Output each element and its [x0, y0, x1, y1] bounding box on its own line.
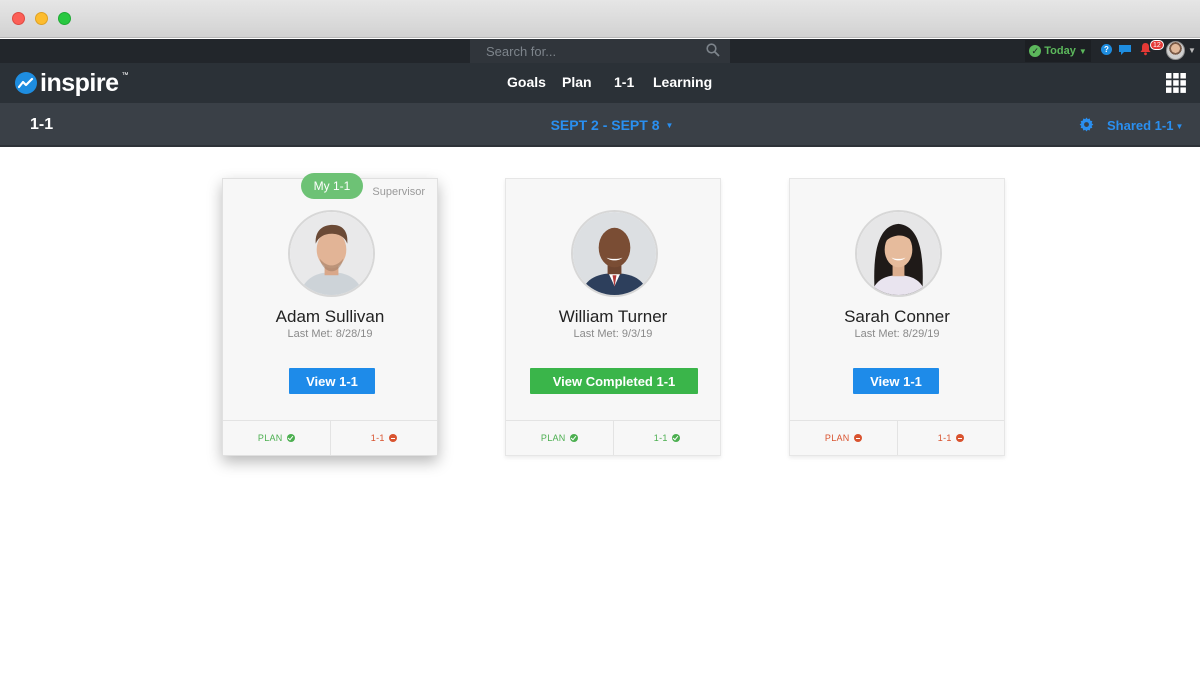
- one-on-one-status[interactable]: 1-1: [329, 421, 438, 455]
- person-name: William Turner: [558, 307, 668, 326]
- plan-label: PLAN: [824, 433, 850, 443]
- avatar: [855, 210, 942, 297]
- plan-label: PLAN: [257, 433, 283, 443]
- close-window-icon[interactable]: [12, 12, 25, 25]
- sub-header: 1-1 SEPT 2 - SEPT 8 ▼ Shared 1-1 ▼: [0, 103, 1200, 147]
- minus-circle-icon: [388, 434, 397, 442]
- avatar: [288, 210, 375, 297]
- chat-icon[interactable]: [1118, 43, 1132, 61]
- check-circle-icon: [671, 434, 680, 442]
- brand-logo[interactable]: inspire ™: [15, 69, 128, 97]
- view-1-1-button[interactable]: View 1-1: [289, 368, 375, 394]
- today-dropdown[interactable]: ✓ Today ▼: [1025, 40, 1091, 62]
- search-box: [470, 39, 730, 63]
- chevron-down-icon: ▼: [1175, 122, 1184, 131]
- nav-1-1[interactable]: 1-1: [614, 74, 634, 90]
- minus-circle-icon: [955, 434, 964, 442]
- last-met-date: Last Met: 9/3/19: [573, 328, 653, 340]
- role-label: Supervisor: [372, 186, 425, 198]
- person-name: Adam Sullivan: [275, 307, 385, 326]
- shared-1-1-dropdown[interactable]: Shared 1-1 ▼: [1107, 118, 1183, 133]
- one-on-one-label: 1-1: [653, 433, 668, 443]
- employee-card: My 1-1 Supervisor Adam Sullivan Last Met…: [222, 173, 438, 456]
- user-avatar[interactable]: [1166, 41, 1185, 60]
- card-footer: PLAN 1-1: [223, 420, 437, 455]
- nav-links: Goals Plan 1-1 Learning: [0, 63, 1200, 103]
- chevron-down-icon: ▼: [665, 121, 674, 130]
- one-on-one-status[interactable]: 1-1: [612, 421, 721, 455]
- one-on-one-status[interactable]: 1-1: [896, 421, 1005, 455]
- plan-status[interactable]: PLAN: [223, 421, 330, 455]
- minus-circle-icon: [853, 434, 862, 442]
- notification-count-badge: 12: [1150, 40, 1164, 50]
- employee-card: Sarah Conner Last Met: 8/29/19 View 1-1 …: [789, 178, 1005, 456]
- shared-1-1-label: Shared 1-1: [1107, 118, 1174, 133]
- chevron-down-icon[interactable]: ▼: [1188, 46, 1196, 55]
- view-completed-1-1-button[interactable]: View Completed 1-1: [530, 368, 698, 394]
- plan-label: PLAN: [540, 433, 566, 443]
- check-circle-icon: [286, 434, 295, 442]
- gear-icon[interactable]: [1079, 117, 1094, 137]
- nav-learning[interactable]: Learning: [653, 74, 712, 90]
- apps-grid-icon[interactable]: [1166, 73, 1186, 98]
- one-on-one-label: 1-1: [937, 433, 952, 443]
- search-input[interactable]: [470, 39, 695, 63]
- person-name: Sarah Conner: [844, 307, 950, 326]
- one-on-one-label: 1-1: [370, 433, 385, 443]
- today-label: Today: [1044, 45, 1076, 57]
- utility-bar: ✓ Today ▼: [0, 39, 1200, 63]
- last-met-date: Last Met: 8/29/19: [854, 328, 940, 340]
- trademark-symbol: ™: [121, 72, 129, 79]
- check-circle-icon: ✓: [1029, 45, 1042, 57]
- window-titlebar: [0, 0, 1200, 38]
- view-1-1-button[interactable]: View 1-1: [853, 368, 939, 394]
- card-footer: PLAN 1-1: [506, 420, 720, 455]
- check-circle-icon: [569, 434, 578, 442]
- maximize-window-icon[interactable]: [58, 12, 71, 25]
- avatar: [571, 210, 658, 297]
- chevron-down-icon: ▼: [1078, 46, 1087, 56]
- minimize-window-icon[interactable]: [35, 12, 48, 25]
- date-range-selector[interactable]: SEPT 2 - SEPT 8 ▼: [0, 117, 1200, 133]
- logo-mark-icon: [15, 72, 37, 94]
- date-range-label: SEPT 2 - SEPT 8: [550, 117, 660, 133]
- nav-goals[interactable]: Goals: [507, 74, 546, 90]
- search-icon[interactable]: [706, 43, 720, 62]
- my-1-1-badge: My 1-1: [301, 173, 363, 199]
- plan-status[interactable]: PLAN: [790, 421, 897, 455]
- plan-status[interactable]: PLAN: [506, 421, 613, 455]
- employee-card: William Turner Last Met: 9/3/19 View Com…: [505, 178, 721, 456]
- nav-plan[interactable]: Plan: [562, 74, 592, 90]
- last-met-date: Last Met: 8/28/19: [287, 328, 373, 340]
- card-footer: PLAN 1-1: [790, 420, 1004, 455]
- brand-name: inspire: [40, 68, 119, 97]
- main-navbar: inspire ™ Goals Plan 1-1 Learning: [0, 63, 1200, 103]
- help-icon[interactable]: ?: [1101, 44, 1112, 55]
